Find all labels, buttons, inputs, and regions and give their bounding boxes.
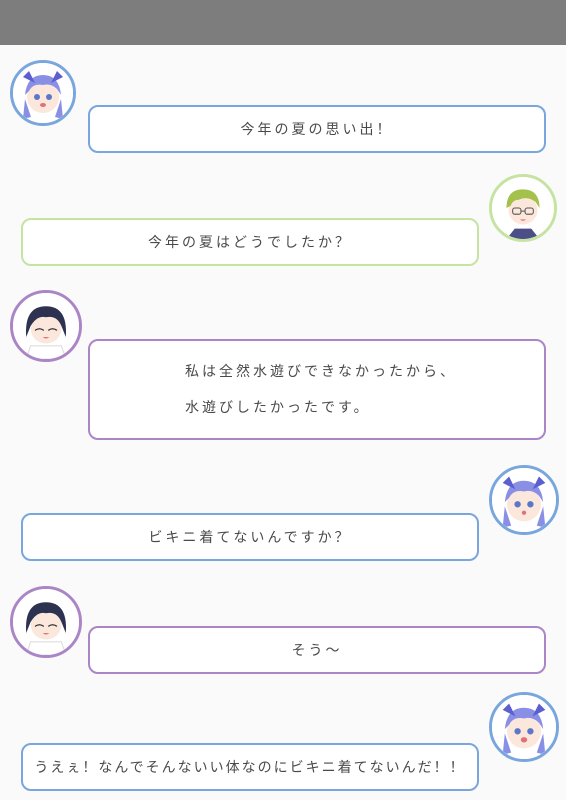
message-bubble: そう～ [88, 626, 546, 674]
blue-haired-girl-avatar [10, 60, 76, 126]
message-bubble: 今年の夏の思い出！ [88, 105, 546, 153]
blue-haired-girl-avatar [489, 465, 559, 535]
message-text: ビキニ着てないんですか？ [148, 530, 352, 546]
blue-haired-girl-avatar [489, 692, 559, 762]
message-text: 今年の夏はどうでしたか？ [148, 235, 352, 251]
green-haired-boy-avatar [489, 174, 557, 242]
message-bubble: ビキニ着てないんですか？ [21, 513, 479, 561]
message-text: 水遊びしたかったです。 [185, 400, 371, 416]
dark-haired-girl-avatar [10, 290, 82, 362]
message-text: 私は全然水遊びできなかったから、 [185, 364, 457, 380]
message-bubble: うえぇ！なんでそんないい体なのにビキニ着てないんだ！！ [21, 743, 479, 791]
message-text: 今年の夏の思い出！ [240, 122, 394, 138]
top-bar [0, 0, 566, 45]
message-bubble: 今年の夏はどうでしたか？ [21, 218, 479, 266]
message-text: うえぇ！なんでそんないい体なのにビキニ着てないんだ！！ [34, 760, 466, 776]
message-bubble: 私は全然水遊びできなかったから、 水遊びしたかったです。 [88, 339, 546, 440]
message-text: そう～ [291, 643, 343, 659]
dark-haired-girl-avatar [10, 586, 82, 658]
